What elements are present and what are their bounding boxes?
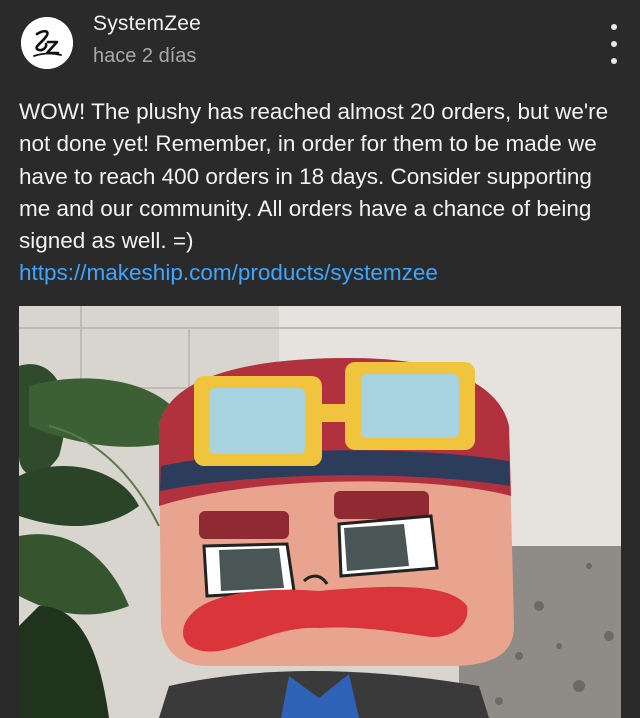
post-header: SystemZee hace 2 días — [0, 0, 640, 90]
plush-eyebrow-right — [334, 491, 429, 519]
signature-logo — [21, 17, 73, 69]
menu-dot — [611, 58, 617, 64]
post-body: WOW! The plushy has reached almost 20 or… — [19, 96, 619, 290]
channel-name[interactable]: SystemZee — [93, 12, 201, 36]
plushie-photo — [19, 306, 621, 718]
more-vert-icon[interactable] — [600, 24, 628, 64]
menu-dot — [611, 24, 617, 30]
post-body-text: WOW! The plushy has reached almost 20 or… — [19, 99, 609, 254]
plush-eyebrow-left — [199, 511, 289, 539]
post-image[interactable] — [19, 306, 621, 718]
menu-dot — [611, 41, 617, 47]
product-link[interactable]: https://makeship.com/products/systemzee — [19, 257, 619, 289]
post-timestamp: hace 2 días — [93, 45, 197, 67]
channel-avatar[interactable] — [21, 17, 73, 69]
